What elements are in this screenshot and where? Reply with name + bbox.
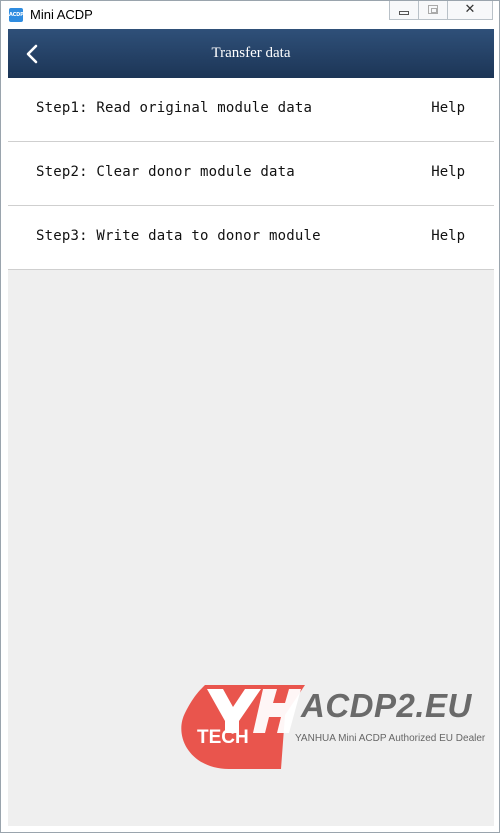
window-title: Mini ACDP xyxy=(30,7,93,22)
step-2-help-link[interactable]: Help xyxy=(431,164,465,180)
step-2-label: Step2: Clear donor module data xyxy=(36,164,295,180)
maximize-button[interactable] xyxy=(418,1,448,20)
maximize-icon xyxy=(428,5,438,14)
step-3-help-link[interactable]: Help xyxy=(431,228,465,244)
dealer-watermark: TECH ACDP2.EU YANHUA Mini ACDP Authorize… xyxy=(177,677,497,777)
step-1-help-link[interactable]: Help xyxy=(431,100,465,116)
watermark-tech-text: TECH xyxy=(197,727,249,748)
app-icon: ACDP xyxy=(9,8,24,22)
page-title: Transfer data xyxy=(211,45,291,61)
window-controls: ✕ xyxy=(389,1,493,21)
watermark-tagline: YANHUA Mini ACDP Authorized EU Dealer xyxy=(295,733,486,744)
step-1-label: Step1: Read original module data xyxy=(36,100,313,116)
minimize-icon xyxy=(399,11,409,15)
step-1-row[interactable]: Step1: Read original module data Help xyxy=(8,78,494,142)
app-header: Transfer data xyxy=(8,29,494,78)
close-button[interactable]: ✕ xyxy=(447,1,493,20)
window-titlebar[interactable]: ACDP Mini ACDP ✕ xyxy=(1,1,499,29)
close-icon: ✕ xyxy=(464,2,476,17)
step-3-row[interactable]: Step3: Write data to donor module Help xyxy=(8,206,494,270)
app-window: ACDP Mini ACDP ✕ Transfer data Step1: Re… xyxy=(0,0,500,833)
watermark-brand: ACDP2.EU xyxy=(301,687,472,724)
step-2-row[interactable]: Step2: Clear donor module data Help xyxy=(8,142,494,206)
minimize-button[interactable] xyxy=(389,1,419,20)
step-3-label: Step3: Write data to donor module xyxy=(36,228,321,244)
